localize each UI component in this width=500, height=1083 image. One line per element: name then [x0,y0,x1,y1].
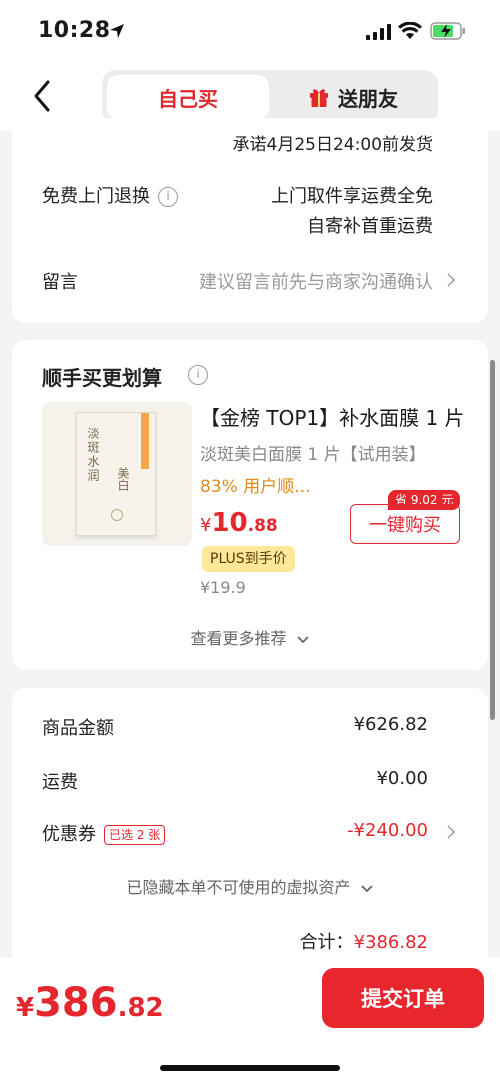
more-recommend-link[interactable]: 查看更多推荐 [12,625,488,649]
price-int: 386 [34,980,118,1026]
pack-text: 淡斑水润 [86,427,100,483]
chevron-down-icon [296,635,309,643]
order-total: 合计：¥386.82 [300,928,428,954]
original-price: ¥19.9 [200,578,246,597]
checkout-bar: ¥386.82 提交订单 [0,958,500,1083]
goods-amount-value: ¥626.82 [353,714,428,735]
gift-icon [310,89,328,107]
back-chevron-icon[interactable] [30,78,54,114]
price-symbol: ¥ [200,515,212,536]
product-name[interactable]: 【金榜 TOP1】补水面膜 1 片 [200,402,465,431]
tab-send-to-friend-label: 送朋友 [338,86,398,111]
purchase-mode-switch: 自己买 送朋友 [102,70,438,124]
pack-text: 美白 [116,467,130,491]
recommend-title: 顺手买更划算 [42,366,162,390]
return-line2: 自寄补首重运费 [307,216,433,237]
chevron-right-icon [447,273,456,287]
recommend-card: 顺手买更划算 i 淡斑水润 美白 【金榜 TOP1】补水面膜 1 片 淡斑美白面… [12,340,488,670]
return-line1: 上门取件享运费全免 [271,186,433,207]
status-bar: 10:28 [0,0,500,64]
coupon-count-tag: 已选 2 张 [104,825,166,845]
scrollbar[interactable] [490,360,495,720]
one-click-buy-label: 一键购买 [369,515,441,536]
info-icon[interactable]: i [188,365,208,385]
tab-buy-for-self[interactable]: 自己买 [107,75,269,119]
price-int: 10 [211,508,248,538]
product-stat: 83% 用户顺... [200,477,311,497]
location-arrow-icon [110,24,124,38]
chevron-down-icon [360,884,373,892]
total-label: 合计： [299,932,354,953]
shipping-label: 运费 [42,772,78,793]
hidden-assets-toggle[interactable]: 已隐藏本单不可使用的虚拟资产 [12,874,488,898]
price-dec: .88 [247,516,278,536]
total-value: ¥386.82 [353,932,428,953]
more-recommend-label: 查看更多推荐 [190,629,287,648]
tab-buy-for-self-label: 自己买 [158,86,218,111]
shipping-value: ¥0.00 [376,768,428,789]
delivery-card: 承诺4月25日24:00前发货 免费上门退换 i 上门取件享运费全免 自寄补首重运… [12,118,488,323]
product-image[interactable]: 淡斑水润 美白 [42,402,192,546]
face-mask-pack: 淡斑水润 美白 [76,412,156,536]
coupon-row[interactable]: 优惠券 已选 2 张 [42,820,166,846]
pack-logo-icon [111,509,123,521]
product-price: ¥10.88 [200,508,278,538]
free-return-row: 免费上门退换 i [42,182,178,208]
product-subtitle: 淡斑美白面膜 1 片【试用装】 [200,445,426,465]
hidden-assets-label: 已隐藏本单不可使用的虚拟资产 [126,878,351,897]
info-icon[interactable]: i [158,187,178,207]
chevron-right-icon [447,825,456,839]
signal-icon [366,24,391,40]
free-return-label: 免费上门退换 [42,186,150,207]
submit-order-label: 提交订单 [361,987,445,1011]
one-click-buy-button[interactable]: 一键购买 [350,504,460,544]
message-label: 留言 [42,272,78,293]
home-indicator [160,1065,340,1071]
wifi-icon [398,22,422,39]
price-dec: .82 [117,993,164,1023]
message-input[interactable]: 建议留言前先与商家沟通确认 [199,268,433,294]
submit-order-button[interactable]: 提交订单 [322,968,484,1028]
coupon-value[interactable]: -¥240.00 [347,820,428,841]
plus-price-badge: PLUS到手价 [202,546,295,572]
goods-amount-label: 商品金额 [42,718,114,739]
ship-promise: 承诺4月25日24:00前发货 [232,135,433,155]
battery-charging-icon [430,22,465,40]
status-time: 10:28 [38,18,111,43]
price-symbol: ¥ [16,993,35,1023]
order-summary-card: 商品金额 ¥626.82 运费 ¥0.00 优惠券 已选 2 张 -¥240.00… [12,688,488,968]
tab-send-to-friend[interactable]: 送朋友 [272,75,434,119]
coupon-label: 优惠券 [42,824,96,845]
pack-stripe [141,413,149,469]
checkout-price: ¥386.82 [16,980,164,1026]
